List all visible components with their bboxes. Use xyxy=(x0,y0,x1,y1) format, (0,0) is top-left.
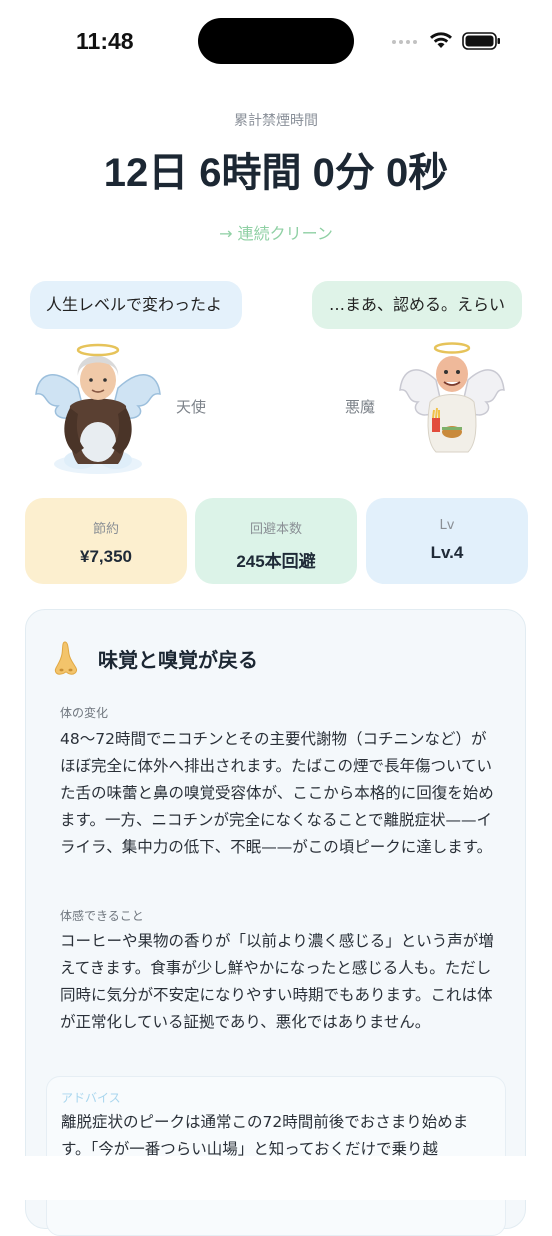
status-time: 11:48 xyxy=(76,28,134,54)
milestone-card: 味覚と嗅覚が戻る 体の変化 48〜72時間でニコチンとその主要代謝物（コチニンな… xyxy=(25,609,526,1236)
savings-value: ¥7,350 xyxy=(80,547,132,566)
bottom-blank-area xyxy=(0,1156,552,1200)
total-smoke-free-label: 累計禁煙時間 xyxy=(234,113,318,129)
avoided-count-card[interactable]: 回避本数 245本回避 xyxy=(195,498,357,584)
savings-card[interactable]: 節約 ¥7,350 xyxy=(25,498,187,584)
body-changes-label: 体の変化 xyxy=(60,706,109,720)
elapsed-time: 12日 6時間 0分 0秒 xyxy=(103,151,449,195)
status-bar: 11:48 xyxy=(0,0,552,84)
angel-label: 天使 xyxy=(176,398,207,416)
savings-label: 節約 xyxy=(92,522,119,537)
level-value: Lv.4 xyxy=(430,543,464,562)
avoided-count-label: 回避本数 xyxy=(249,522,302,537)
devil-speech-bubble: …まあ、認める。えらい xyxy=(312,281,522,329)
battery-icon xyxy=(462,32,500,50)
angel-character-image[interactable] xyxy=(34,336,162,476)
body-changes-text: 48〜72時間でニコチンとその主要代謝物（コチニンなど）がほぼ完全に体外へ排出さ… xyxy=(60,730,494,856)
advice-text: 離脱症状のピークは通常この72時間前後でおさまり始めます。「今が一番つらい山場」… xyxy=(61,1113,469,1158)
devil-character-image[interactable] xyxy=(396,336,508,456)
milestone-title: 味覚と嗅覚が戻る xyxy=(98,650,258,672)
streak-link[interactable]: → 連続クリーン xyxy=(0,220,552,244)
level-label: Lv xyxy=(439,518,455,533)
devil-label: 悪魔 xyxy=(345,398,376,416)
dynamic-island xyxy=(198,18,354,64)
nose-icon xyxy=(54,641,77,675)
noticeable-effects-label: 体感できること xyxy=(60,909,144,923)
noticeable-effects-text: コーヒーや果物の香りが「以前より濃く感じる」という声が増えてきます。食事が少し鮮… xyxy=(60,932,494,1031)
wifi-icon xyxy=(430,32,452,48)
level-card[interactable]: Lv Lv.4 xyxy=(366,498,528,584)
advice-label: アドバイス xyxy=(61,1091,121,1105)
angel-speech-bubble: 人生レベルで変わったよ xyxy=(30,281,242,329)
cellular-signal-icon xyxy=(392,40,417,44)
avoided-count-value: 245本回避 xyxy=(236,552,316,571)
